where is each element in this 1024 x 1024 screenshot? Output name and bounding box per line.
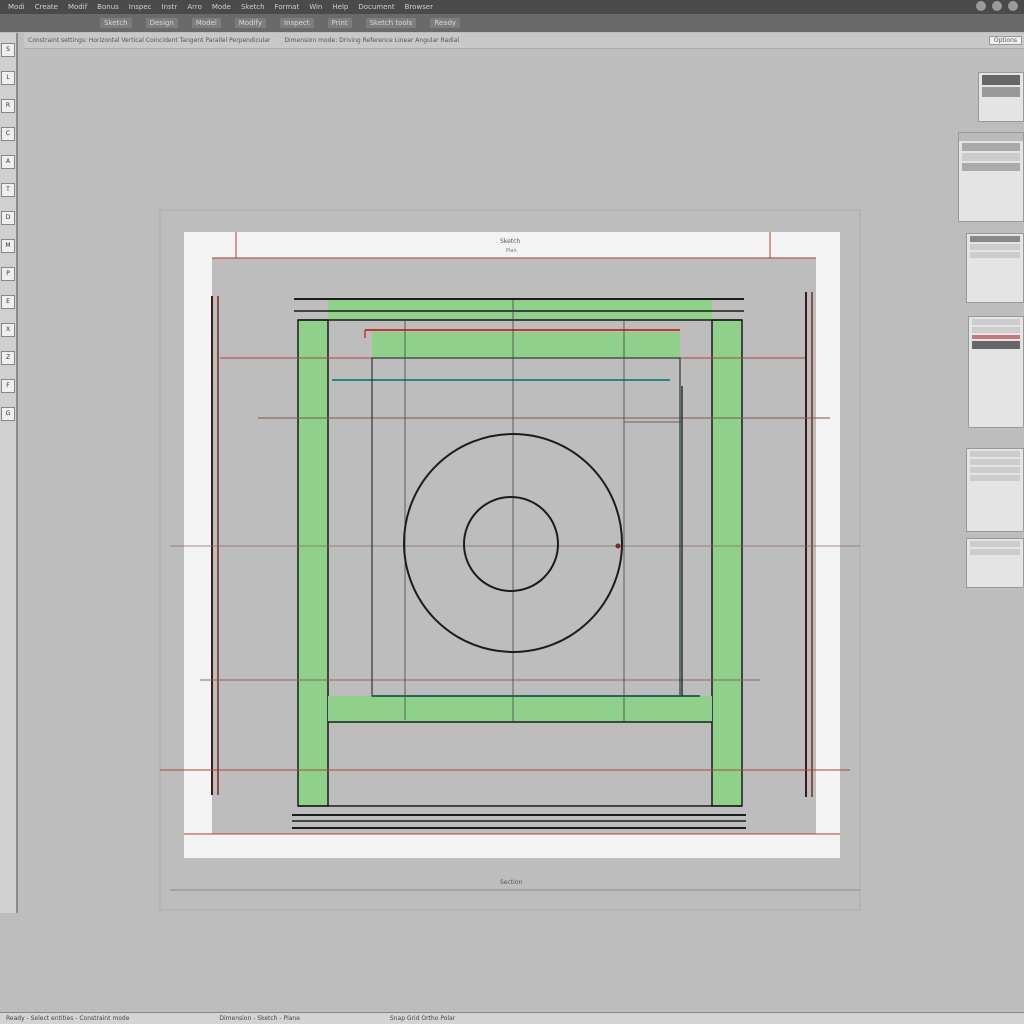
green-wall-left bbox=[297, 319, 329, 807]
status-text[interactable]: Snap Grid Ortho Polar bbox=[390, 1015, 455, 1022]
green-wall-right bbox=[711, 319, 743, 807]
green-band-top bbox=[372, 332, 680, 358]
drawing-title: Sketch bbox=[500, 238, 521, 245]
drawing-canvas[interactable] bbox=[0, 0, 1024, 1024]
section-label: Section bbox=[500, 879, 523, 886]
status-bar: Ready - Select entities - Constraint mod… bbox=[0, 1012, 1024, 1024]
green-band-bottom bbox=[328, 696, 712, 722]
status-text: Ready - Select entities - Constraint mod… bbox=[6, 1015, 130, 1022]
status-text: Dimension - Sketch - Plane bbox=[219, 1015, 300, 1022]
green-wall-top bbox=[328, 300, 712, 320]
drawing-subtitle: Plan bbox=[506, 248, 517, 254]
circle-anchor-point[interactable] bbox=[615, 543, 621, 549]
